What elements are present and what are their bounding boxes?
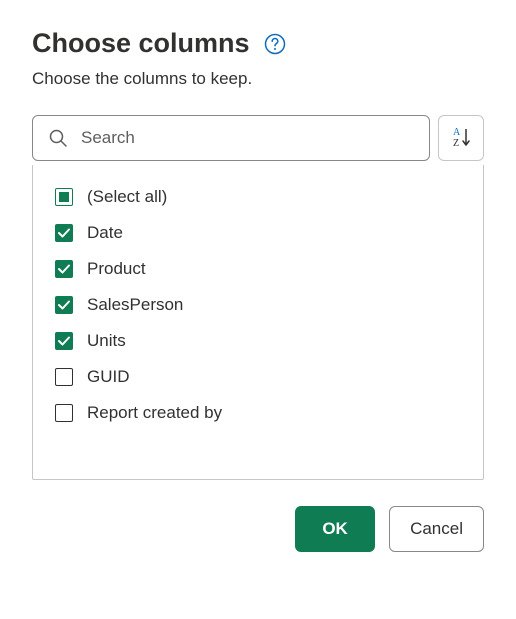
dialog-subtitle: Choose the columns to keep. — [32, 69, 484, 89]
checkbox-guid[interactable] — [55, 368, 73, 386]
column-list: (Select all) Date Product SalesPerson Un… — [32, 165, 484, 480]
checkbox-date[interactable] — [55, 224, 73, 242]
checkbox-salesperson[interactable] — [55, 296, 73, 314]
help-icon[interactable] — [264, 33, 286, 55]
column-item-salesperson[interactable]: SalesPerson — [33, 287, 483, 323]
svg-text:Z: Z — [453, 138, 459, 149]
column-item-product[interactable]: Product — [33, 251, 483, 287]
dialog-title: Choose columns — [32, 28, 250, 59]
search-row: A Z — [32, 115, 484, 161]
search-input[interactable] — [81, 128, 415, 148]
select-all-checkbox[interactable] — [55, 188, 73, 206]
select-all-label: (Select all) — [87, 187, 167, 207]
column-label: Date — [87, 223, 123, 243]
column-label: GUID — [87, 367, 130, 387]
column-label: Report created by — [87, 403, 222, 423]
column-item-units[interactable]: Units — [33, 323, 483, 359]
cancel-button[interactable]: Cancel — [389, 506, 484, 552]
column-label: Product — [87, 259, 146, 279]
button-row: OK Cancel — [32, 506, 484, 552]
sort-az-icon: A Z — [448, 124, 474, 153]
checkbox-report-created-by[interactable] — [55, 404, 73, 422]
column-item-date[interactable]: Date — [33, 215, 483, 251]
checkbox-units[interactable] — [55, 332, 73, 350]
column-item-guid[interactable]: GUID — [33, 359, 483, 395]
column-label: SalesPerson — [87, 295, 183, 315]
column-item-report-created-by[interactable]: Report created by — [33, 395, 483, 431]
checkbox-product[interactable] — [55, 260, 73, 278]
ok-button[interactable]: OK — [295, 506, 375, 552]
sort-button[interactable]: A Z — [438, 115, 484, 161]
select-all-item[interactable]: (Select all) — [33, 179, 483, 215]
search-icon — [47, 127, 69, 149]
search-box[interactable] — [32, 115, 430, 161]
svg-text:A: A — [453, 127, 461, 138]
dialog-header: Choose columns — [32, 28, 484, 59]
column-label: Units — [87, 331, 126, 351]
